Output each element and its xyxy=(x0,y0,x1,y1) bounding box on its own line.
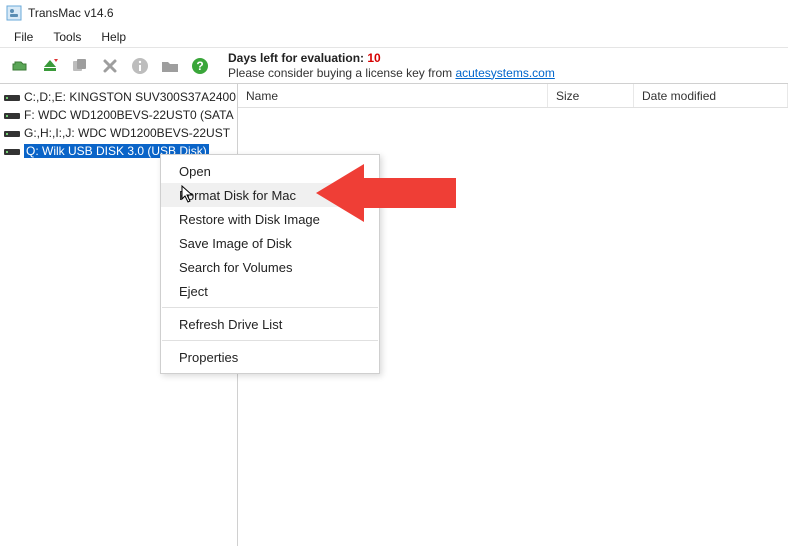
open-button[interactable] xyxy=(8,54,32,78)
eval-buy-prefix: Please consider buying a license key fro… xyxy=(228,66,455,80)
delete-button[interactable] xyxy=(98,54,122,78)
window-title: TransMac v14.6 xyxy=(28,6,114,20)
toolbar: ? Days left for evaluation: 10 Please co… xyxy=(0,48,788,84)
cm-eject[interactable]: Eject xyxy=(161,279,379,303)
cm-separator xyxy=(162,340,378,341)
tree-item-label: C:,D:,E: KINGSTON SUV300S37A2400 xyxy=(24,90,236,104)
hdd-icon xyxy=(4,128,20,138)
hdd-icon xyxy=(4,92,20,102)
cm-save-image[interactable]: Save Image of Disk xyxy=(161,231,379,255)
hdd-icon xyxy=(4,110,20,120)
info-button[interactable] xyxy=(128,54,152,78)
tree-item-label: F: WDC WD1200BEVS-22UST0 (SATA xyxy=(24,108,234,122)
cm-refresh[interactable]: Refresh Drive List xyxy=(161,312,379,336)
cm-format-label: Format Disk for Mac xyxy=(179,188,296,203)
annotation-arrow-icon xyxy=(316,158,456,228)
list-header: Name Size Date modified xyxy=(238,84,788,108)
eval-prefix: Days left for evaluation: xyxy=(228,51,367,65)
cm-search-volumes[interactable]: Search for Volumes xyxy=(161,255,379,279)
content-area: C:,D:,E: KINGSTON SUV300S37A2400 F: WDC … xyxy=(0,84,788,546)
column-header-size[interactable]: Size xyxy=(548,84,634,107)
tree-item-drive[interactable]: G:,H:,I:,J: WDC WD1200BEVS-22UST xyxy=(0,124,237,142)
folder-button[interactable] xyxy=(158,54,182,78)
title-bar: TransMac v14.6 xyxy=(0,0,788,26)
svg-text:?: ? xyxy=(196,59,203,73)
menu-bar: File Tools Help xyxy=(0,26,788,48)
buy-link[interactable]: acutesystems.com xyxy=(455,66,554,80)
copy-button[interactable] xyxy=(68,54,92,78)
column-header-date[interactable]: Date modified xyxy=(634,84,788,107)
menu-help[interactable]: Help xyxy=(93,28,134,46)
help-button[interactable]: ? xyxy=(188,54,212,78)
tree-item-drive[interactable]: F: WDC WD1200BEVS-22UST0 (SATA xyxy=(0,106,237,124)
eval-days-left: 10 xyxy=(367,51,380,65)
menu-file[interactable]: File xyxy=(6,28,41,46)
tree-item-label: G:,H:,I:,J: WDC WD1200BEVS-22UST xyxy=(24,126,230,140)
app-icon xyxy=(6,5,22,21)
evaluation-notice: Days left for evaluation: 10 Please cons… xyxy=(228,51,555,81)
column-header-name[interactable]: Name xyxy=(238,84,548,107)
cm-properties[interactable]: Properties xyxy=(161,345,379,369)
cursor-icon xyxy=(181,185,195,205)
hdd-icon xyxy=(4,146,20,156)
cm-separator xyxy=(162,307,378,308)
eject-button[interactable] xyxy=(38,54,62,78)
tree-item-drive[interactable]: C:,D:,E: KINGSTON SUV300S37A2400 xyxy=(0,88,237,106)
menu-tools[interactable]: Tools xyxy=(45,28,89,46)
